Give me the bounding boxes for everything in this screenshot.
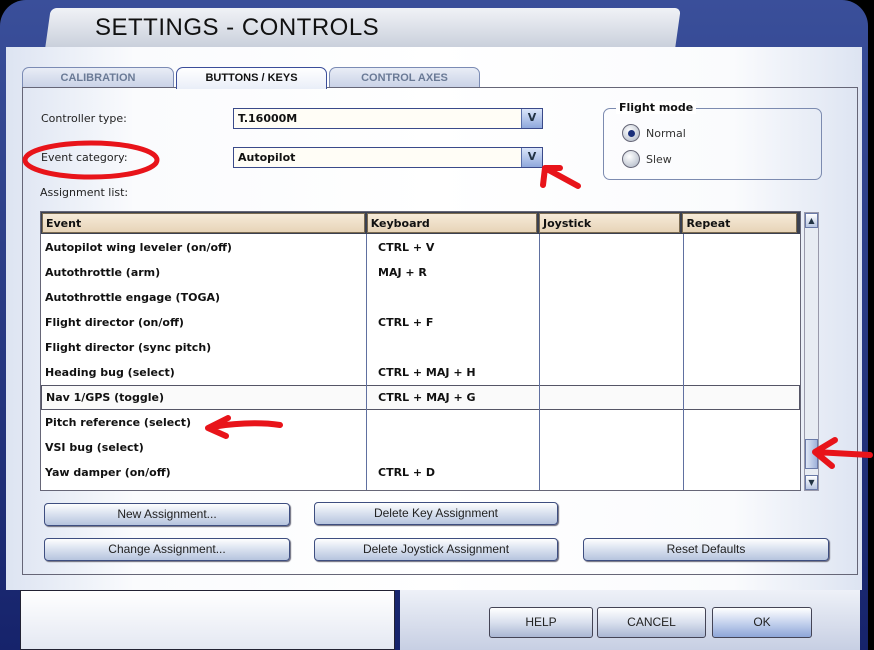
cell-event: Nav 1/GPS (toggle) — [46, 391, 164, 404]
scroll-up-icon[interactable]: ▲ — [805, 213, 818, 228]
table-row[interactable]: Flight director (sync pitch) — [41, 335, 800, 360]
controller-type-dropdown[interactable]: T.16000M V — [233, 108, 543, 129]
radio-slew-label: Slew — [646, 152, 672, 166]
table-row[interactable]: Yaw damper (on/off) CTRL + D — [41, 460, 800, 485]
assignment-table: Event Keyboard Joystick Repeat Autopilot… — [40, 211, 801, 491]
event-category-label: Event category: — [41, 151, 128, 164]
change-assignment-button[interactable]: Change Assignment... — [44, 538, 290, 561]
event-category-value: Autopilot — [238, 151, 296, 164]
table-row[interactable]: Autothrottle engage (TOGA) — [41, 285, 800, 310]
column-header-joystick[interactable]: Joystick — [539, 213, 681, 233]
event-category-dropdown[interactable]: Autopilot V — [233, 147, 543, 168]
cell-event: Autopilot wing leveler (on/off) — [45, 241, 232, 254]
cell-event: Pitch reference (select) — [45, 416, 192, 429]
cell-keyboard: CTRL + D — [378, 466, 436, 479]
scroll-thumb[interactable] — [805, 439, 818, 469]
cell-event: Yaw damper (on/off) — [45, 466, 171, 479]
table-row[interactable]: Nav 1/GPS (toggle) CTRL + MAJ + G — [41, 385, 800, 410]
table-row[interactable]: Pitch reference (select) — [41, 410, 800, 435]
window-title: SETTINGS - CONTROLS — [95, 14, 380, 41]
table-scrollbar[interactable]: ▲ ▼ — [804, 212, 819, 491]
delete-key-assignment-button[interactable]: Delete Key Assignment — [314, 502, 558, 525]
help-button[interactable]: HELP — [489, 607, 593, 638]
ok-button[interactable]: OK — [712, 607, 812, 638]
scroll-down-icon[interactable]: ▼ — [805, 475, 818, 490]
status-box — [20, 590, 395, 650]
tab-control-axes[interactable]: CONTROL AXES — [329, 67, 480, 88]
table-row[interactable]: Flight director (on/off) CTRL + F — [41, 310, 800, 335]
controller-type-value: T.16000M — [238, 112, 298, 125]
flight-mode-title: Flight mode — [616, 101, 697, 114]
cell-keyboard: CTRL + MAJ + G — [378, 391, 476, 404]
column-header-event[interactable]: Event — [42, 213, 365, 233]
cell-keyboard: CTRL + MAJ + H — [378, 366, 476, 379]
cell-keyboard: MAJ + R — [378, 266, 427, 279]
new-assignment-button[interactable]: New Assignment... — [44, 503, 290, 526]
table-row[interactable]: Autothrottle (arm) MAJ + R — [41, 260, 800, 285]
delete-joystick-assignment-button[interactable]: Delete Joystick Assignment — [314, 538, 558, 561]
radio-normal[interactable]: Normal — [622, 124, 686, 142]
radio-unselected-icon — [622, 150, 640, 168]
tab-calibration[interactable]: CALIBRATION — [22, 67, 174, 88]
cell-event: Heading bug (select) — [45, 366, 175, 379]
flight-mode-group: Flight mode Normal Slew — [603, 101, 822, 180]
tab-buttons-keys[interactable]: BUTTONS / KEYS — [176, 67, 327, 89]
cell-event: Flight director (sync pitch) — [45, 341, 212, 354]
radio-slew[interactable]: Slew — [622, 150, 672, 168]
cell-event: Flight director (on/off) — [45, 316, 184, 329]
chevron-down-icon[interactable]: V — [521, 148, 542, 167]
table-row[interactable]: VSI bug (select) — [41, 435, 800, 460]
table-row[interactable]: Heading bug (select) CTRL + MAJ + H — [41, 360, 800, 385]
cell-keyboard: CTRL + V — [378, 241, 435, 254]
radio-normal-label: Normal — [646, 126, 686, 140]
table-header: Event Keyboard Joystick Repeat — [41, 212, 800, 234]
cancel-button[interactable]: CANCEL — [597, 607, 706, 638]
table-row[interactable]: Autopilot wing leveler (on/off) CTRL + V — [41, 235, 800, 260]
assignment-list-label: Assignment list: — [40, 186, 129, 199]
cell-event: Autothrottle (arm) — [45, 266, 161, 279]
column-header-keyboard[interactable]: Keyboard — [366, 213, 538, 233]
column-header-repeat[interactable]: Repeat — [682, 213, 797, 233]
chevron-down-icon[interactable]: V — [521, 109, 542, 128]
cell-keyboard: CTRL + F — [378, 316, 434, 329]
controller-type-label: Controller type: — [41, 112, 127, 125]
radio-selected-icon — [622, 124, 640, 142]
cell-event: Autothrottle engage (TOGA) — [45, 291, 221, 304]
cell-event: VSI bug (select) — [45, 441, 144, 454]
reset-defaults-button[interactable]: Reset Defaults — [583, 538, 829, 561]
